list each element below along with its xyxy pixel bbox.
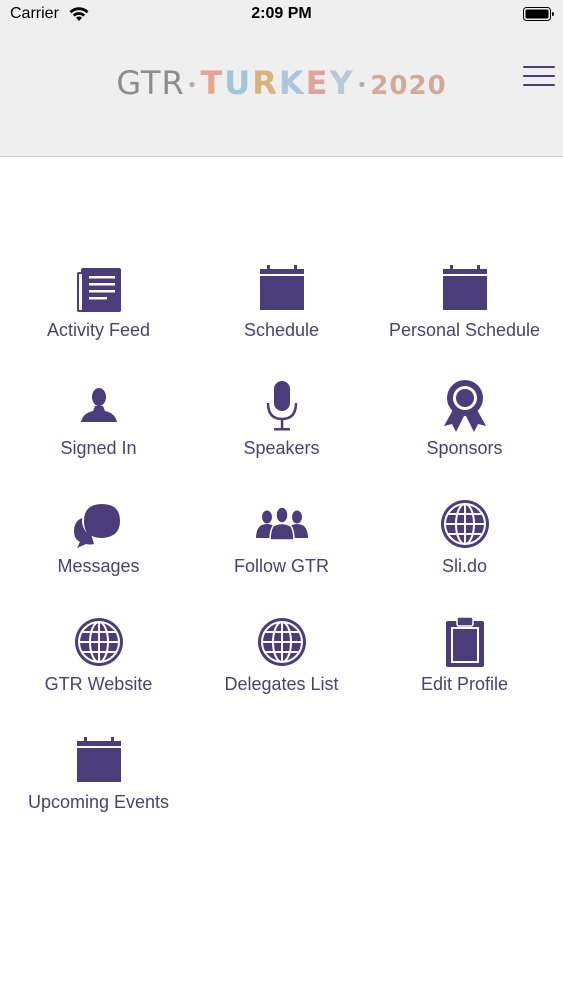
status-bar: Carrier 2:09 PM xyxy=(0,0,563,30)
feature-menu-grid: Activity Feed Schedule Personal Schedule… xyxy=(7,260,556,850)
menu-tile-sponsors[interactable]: Sponsors xyxy=(373,378,556,496)
menu-tile-personal-schedule[interactable]: Personal Schedule xyxy=(373,260,556,378)
menu-tile-label: GTR Website xyxy=(44,674,153,694)
menu-tile-label: Messages xyxy=(57,556,140,576)
menu-tile-label: Speakers xyxy=(243,438,320,458)
logo-year: 2020 xyxy=(370,71,447,101)
menu-tile-messages[interactable]: Messages xyxy=(7,496,190,614)
logo-separator: • xyxy=(186,74,199,96)
hamburger-icon xyxy=(523,84,555,86)
logo-separator: • xyxy=(356,74,369,96)
newsfeed-icon xyxy=(71,260,127,316)
microphone-icon xyxy=(254,378,310,434)
menu-tile-label: Schedule xyxy=(243,320,320,340)
clipboard-icon xyxy=(437,614,493,670)
logo-gtr: GTR xyxy=(116,64,185,102)
globe-icon xyxy=(254,614,310,670)
menu-tile-label: Signed In xyxy=(60,438,137,458)
menu-tile-upcoming-events[interactable]: Upcoming Events xyxy=(7,732,190,850)
menu-tile-label: Sli.do xyxy=(441,556,488,576)
menu-tile-label: Follow GTR xyxy=(233,556,329,576)
menu-tile-edit-profile[interactable]: Edit Profile xyxy=(373,614,556,732)
hamburger-icon xyxy=(523,75,555,77)
group-icon xyxy=(254,496,310,552)
menu-tile-follow-gtr[interactable]: Follow GTR xyxy=(190,496,373,614)
menu-tile-sli-do[interactable]: Sli.do xyxy=(373,496,556,614)
menu-tile-label: Upcoming Events xyxy=(27,792,170,812)
menu-tile-label: Activity Feed xyxy=(46,320,151,340)
menu-tile-label: Sponsors xyxy=(426,438,503,458)
hamburger-menu-button[interactable] xyxy=(523,66,555,92)
calendar-icon xyxy=(437,260,493,316)
logo-letter: R xyxy=(252,64,279,102)
menu-tile-gtr-website[interactable]: GTR Website xyxy=(7,614,190,732)
logo-letter: T xyxy=(200,64,225,102)
menu-tile-schedule[interactable]: Schedule xyxy=(190,260,373,378)
logo-letter: E xyxy=(305,64,330,102)
menu-tile-label: Edit Profile xyxy=(420,674,509,694)
menu-tile-speakers[interactable]: Speakers xyxy=(190,378,373,496)
chat-bubbles-icon xyxy=(71,496,127,552)
globe-icon xyxy=(71,614,127,670)
menu-tile-activity-feed[interactable]: Activity Feed xyxy=(7,260,190,378)
calendar-icon xyxy=(254,260,310,316)
logo-turkey: TURKEY xyxy=(200,64,354,102)
menu-tile-signed-in[interactable]: Signed In xyxy=(7,378,190,496)
gtr-turkey-logo: GTR •TURKEY •2020 xyxy=(0,64,563,102)
globe-icon xyxy=(437,496,493,552)
menu-tile-label: Personal Schedule xyxy=(388,320,541,340)
calendar-icon xyxy=(71,732,127,788)
logo-letter: Y xyxy=(329,64,355,102)
app-header: GTR •TURKEY •2020 xyxy=(0,30,563,157)
menu-tile-label: Delegates List xyxy=(224,674,339,694)
menu-tile-delegates-list[interactable]: Delegates List xyxy=(190,614,373,732)
logo-letter: K xyxy=(278,64,306,102)
status-time: 2:09 PM xyxy=(251,5,312,22)
hamburger-icon xyxy=(523,66,555,68)
logo-letter: U xyxy=(224,64,253,102)
person-icon xyxy=(71,378,127,434)
award-icon xyxy=(437,378,493,434)
battery-icon xyxy=(523,6,555,27)
